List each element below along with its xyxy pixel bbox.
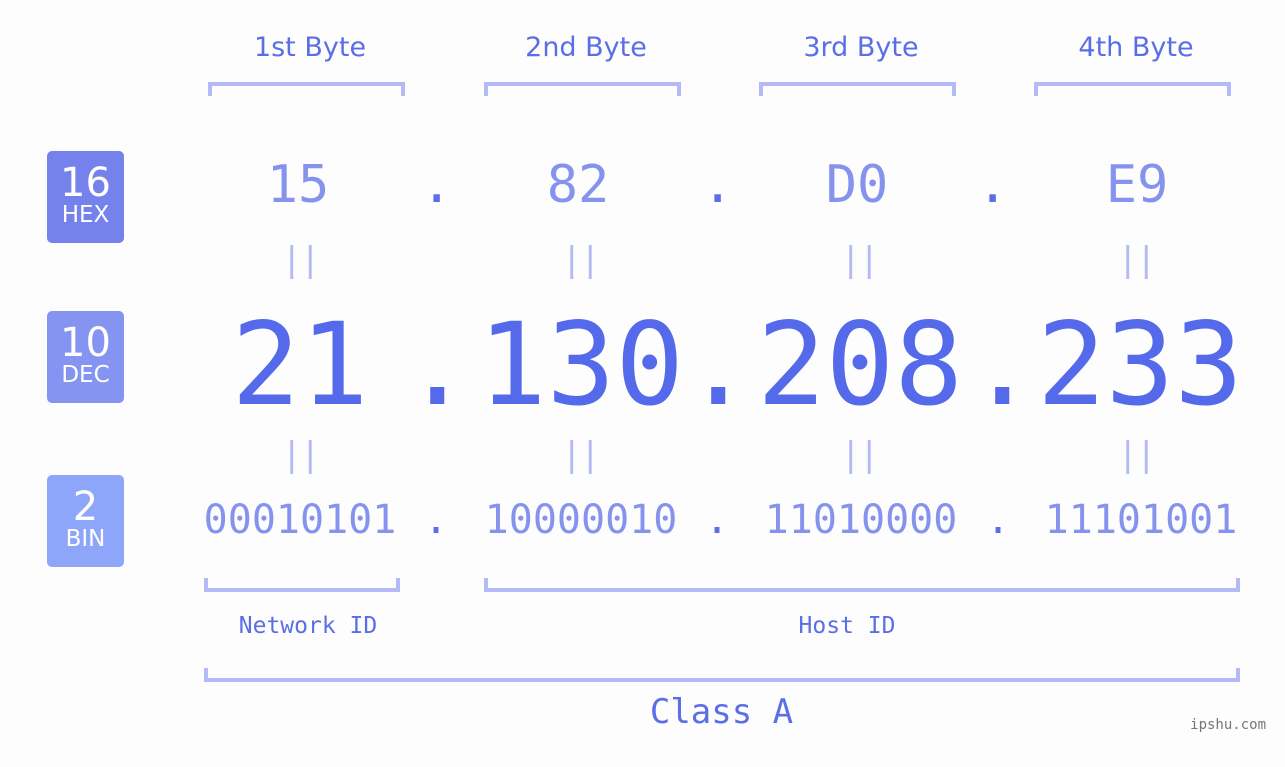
network-id-bracket bbox=[204, 578, 400, 592]
byte-header-3: 3rd Byte bbox=[803, 32, 919, 63]
host-id-label: Host ID bbox=[798, 613, 896, 639]
dec-separator: . bbox=[684, 298, 753, 431]
watermark: ipshu.com bbox=[1190, 717, 1266, 733]
hex-base-label: HEX bbox=[61, 202, 110, 228]
bin-value-3: 11010000 bbox=[764, 497, 958, 543]
host-id-bracket bbox=[484, 578, 1240, 592]
bin-badge: 2 BIN bbox=[47, 475, 124, 567]
bin-value-2: 10000010 bbox=[484, 497, 678, 543]
byte-bracket-2 bbox=[484, 82, 681, 96]
dec-value-1: 21 bbox=[231, 298, 369, 431]
bin-separator: . bbox=[423, 497, 449, 543]
byte-bracket-1 bbox=[208, 82, 405, 96]
byte-header-2: 2nd Byte bbox=[525, 32, 647, 63]
dec-base-label: DEC bbox=[61, 362, 110, 388]
hex-base-number: 16 bbox=[60, 160, 111, 206]
hex-separator: . bbox=[977, 155, 1009, 215]
bin-value-1: 00010101 bbox=[203, 497, 397, 543]
hex-value-4: E9 bbox=[1105, 155, 1169, 215]
dec-separator: . bbox=[403, 298, 472, 431]
equals-sign: || bbox=[840, 435, 880, 475]
hex-separator: . bbox=[421, 155, 453, 215]
byte-bracket-3 bbox=[759, 82, 956, 96]
hex-value-1: 15 bbox=[266, 155, 330, 215]
hex-separator: . bbox=[702, 155, 734, 215]
byte-header-1: 1st Byte bbox=[253, 32, 367, 63]
dec-value-2: 130 bbox=[478, 298, 684, 431]
hex-value-2: 82 bbox=[546, 155, 610, 215]
dec-value-4: 233 bbox=[1037, 298, 1243, 431]
equals-sign: || bbox=[840, 240, 880, 280]
dec-base-number: 10 bbox=[60, 320, 111, 366]
class-bracket bbox=[204, 668, 1240, 682]
dec-badge: 10 DEC bbox=[47, 311, 124, 403]
bin-value-4: 11101001 bbox=[1044, 497, 1238, 543]
network-id-label: Network ID bbox=[238, 613, 378, 639]
bin-separator: . bbox=[985, 497, 1011, 543]
hex-badge: 16 HEX bbox=[47, 151, 124, 243]
bin-base-label: BIN bbox=[65, 526, 106, 552]
equals-sign: || bbox=[561, 435, 601, 475]
equals-sign: || bbox=[561, 240, 601, 280]
equals-sign: || bbox=[1117, 240, 1157, 280]
hex-value-3: D0 bbox=[825, 155, 889, 215]
byte-bracket-4 bbox=[1034, 82, 1231, 96]
byte-header-4: 4th Byte bbox=[1078, 32, 1194, 63]
equals-sign: || bbox=[281, 435, 321, 475]
equals-sign: || bbox=[1117, 435, 1157, 475]
bin-base-number: 2 bbox=[72, 484, 99, 530]
equals-sign: || bbox=[281, 240, 321, 280]
dec-separator: . bbox=[968, 298, 1037, 431]
bin-separator: . bbox=[704, 497, 730, 543]
class-label: Class A bbox=[649, 692, 794, 732]
dec-value-3: 208 bbox=[757, 298, 963, 431]
